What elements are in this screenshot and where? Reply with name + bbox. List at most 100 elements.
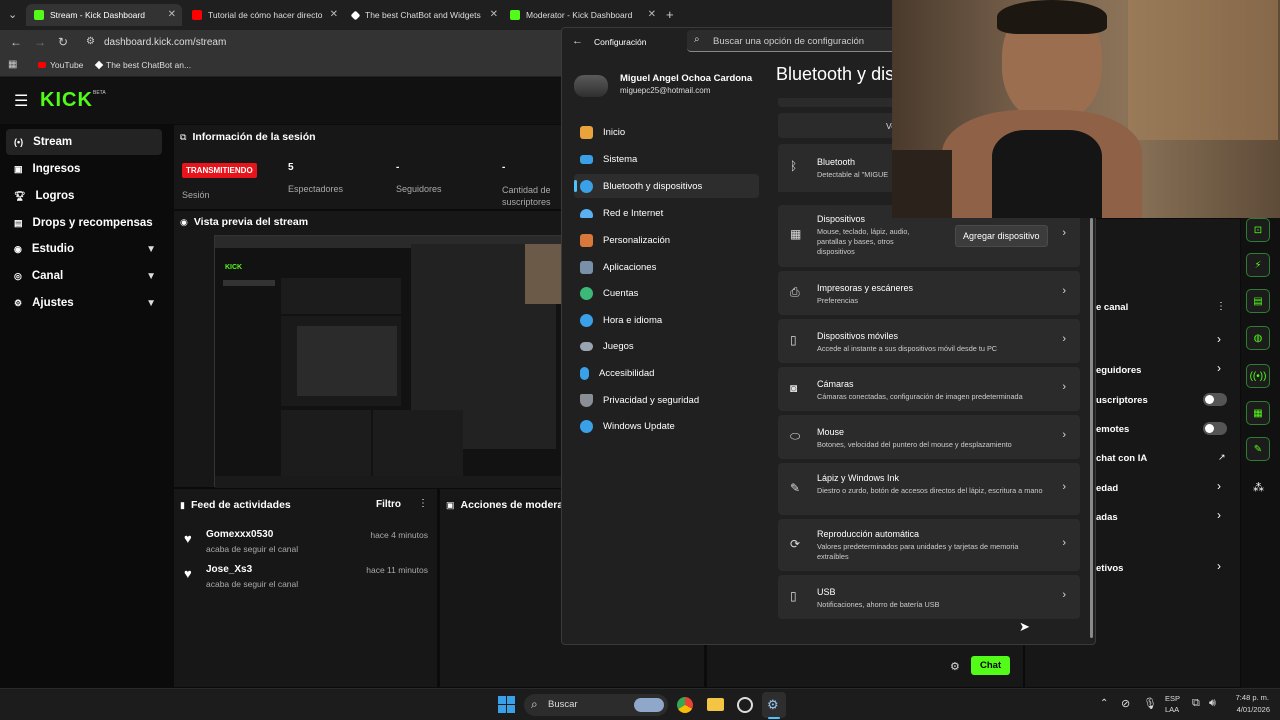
chevron-up-icon[interactable]: ⌃: [1100, 698, 1108, 709]
scrollbar[interactable]: [1090, 218, 1093, 638]
home-icon: [580, 125, 593, 139]
settings-nav-aplicaciones[interactable]: Aplicaciones: [574, 255, 759, 279]
settings-nav-red[interactable]: Red e Internet: [574, 201, 759, 225]
kick-logo[interactable]: KICK: [40, 89, 93, 112]
list-item: ♥ Jose_Xs3 acaba de seguir el canal hace…: [184, 564, 432, 596]
settings-nav-sistema[interactable]: Sistema: [574, 147, 759, 171]
pen-card[interactable]: ✎ Lápiz y Windows Ink Diestro o zurdo, b…: [778, 463, 1080, 515]
info-icon: ⧉: [180, 131, 187, 142]
chrome-icon[interactable]: [677, 697, 693, 713]
close-icon[interactable]: ✕: [648, 9, 656, 20]
display-icon[interactable]: ⧉: [1192, 697, 1200, 710]
volume-icon[interactable]: 🔊︎: [1209, 697, 1216, 710]
usb-card[interactable]: ▯ USB Notificaciones, ahorro de batería …: [778, 575, 1080, 619]
tab-chatbot[interactable]: The best ChatBot and Widgets ✕: [344, 4, 504, 26]
sidebar-item-estudio[interactable]: ◉ Estudio ▼: [6, 236, 162, 262]
clock-time[interactable]: 7:48 p. m.: [1233, 693, 1269, 702]
reload-icon[interactable]: ↻: [58, 35, 68, 49]
rail-scan-icon[interactable]: ⊡: [1246, 218, 1270, 242]
mouse-icon: ⬭: [790, 429, 801, 443]
taskbar-search[interactable]: ⌕ Buscar: [524, 694, 668, 716]
autoplay-card[interactable]: ⟳ Reproducción automática Valores predet…: [778, 519, 1080, 571]
studio-icon: ◉: [14, 243, 22, 254]
rail-bolt-icon[interactable]: ⚡︎: [1246, 253, 1270, 277]
sidebar-item-logros[interactable]: 🏆︎ Logros: [6, 183, 162, 209]
close-icon[interactable]: ✕: [168, 9, 176, 20]
settings-nav-bluetooth[interactable]: Bluetooth y dispositivos: [574, 174, 759, 198]
mouse-card[interactable]: ⬭ Mouse Botones, velocidad del puntero d…: [778, 415, 1080, 459]
tab-tutorial[interactable]: Tutorial de cómo hacer directo ✕: [184, 4, 344, 26]
start-icon[interactable]: [498, 696, 515, 713]
settings-nav-cuentas[interactable]: Cuentas: [574, 281, 759, 305]
menu-icon[interactable]: ☰: [14, 91, 28, 111]
language-bottom[interactable]: LAA: [1165, 705, 1179, 714]
close-icon[interactable]: ✕: [490, 9, 498, 20]
settings-nav-update[interactable]: Windows Update: [574, 414, 759, 438]
more-options-icon[interactable]: ⋮: [418, 498, 428, 509]
apps-grid-icon[interactable]: ▦: [8, 59, 17, 70]
rail-layout-icon[interactable]: ▦: [1246, 401, 1270, 425]
back-icon[interactable]: ←: [572, 35, 583, 47]
settings-nav-inicio[interactable]: Inicio: [574, 120, 759, 144]
sidebar-item-ajustes[interactable]: ⚙ Ajustes ▼: [6, 290, 162, 316]
heart-icon: ♥: [184, 566, 192, 581]
url-field[interactable]: dashboard.kick.com/stream: [104, 37, 226, 48]
sidebar-item-ingresos[interactable]: ▣ Ingresos: [6, 156, 162, 182]
filter-button[interactable]: Filtro: [376, 499, 401, 510]
language-top[interactable]: ESP: [1165, 694, 1180, 703]
tab-search-icon[interactable]: ⌄: [8, 8, 17, 21]
tab-stream[interactable]: Stream - Kick Dashboard ✕: [26, 4, 182, 26]
subscribers-toggle[interactable]: [1203, 393, 1227, 406]
chevron-right-icon[interactable]: ›: [1217, 559, 1221, 573]
settings-nav-juegos[interactable]: Juegos: [574, 334, 759, 358]
printers-card[interactable]: ⎙ Impresoras y escáneres Preferencias ›: [778, 271, 1080, 315]
emotes-toggle[interactable]: [1203, 422, 1227, 435]
rail-nodes-icon[interactable]: ⁂: [1253, 481, 1264, 494]
sidebar-item-drops[interactable]: ▤ Drops y recompensas: [6, 210, 162, 236]
forward-icon[interactable]: →: [34, 35, 46, 49]
settings-nav-privacidad[interactable]: Privacidad y seguridad: [574, 388, 759, 412]
external-link-icon[interactable]: ↗: [1218, 452, 1226, 463]
rail-broadcast-icon[interactable]: ((•)): [1246, 364, 1270, 388]
new-tab-icon[interactable]: +: [666, 7, 674, 22]
file-explorer-icon[interactable]: [707, 698, 724, 711]
rail-chat-icon[interactable]: ◍: [1246, 326, 1270, 350]
apps-icon: [580, 260, 593, 274]
rail-document-icon[interactable]: ▤: [1246, 289, 1270, 313]
tab-moderator[interactable]: Moderator - Kick Dashboard ✕: [502, 4, 662, 26]
setting-subscribers: uscriptores: [1096, 395, 1148, 406]
stream-preview-video[interactable]: KICK: [214, 235, 565, 488]
avatar[interactable]: [574, 75, 608, 97]
account-icon: [580, 286, 593, 300]
sidebar-item-canal[interactable]: ◎ Canal ▼: [6, 263, 162, 289]
microphone-icon[interactable]: 🎙︎: [1143, 697, 1157, 710]
settings-nav-accesibilidad[interactable]: Accesibilidad: [574, 361, 759, 385]
chevron-down-icon: ▼: [146, 270, 156, 282]
chevron-right-icon[interactable]: ›: [1217, 361, 1221, 375]
clock-date[interactable]: 4/01/2026: [1228, 705, 1270, 714]
chevron-right-icon[interactable]: ›: [1217, 479, 1221, 493]
chat-button[interactable]: Chat: [971, 656, 1011, 675]
feed-icon: ▮: [180, 499, 185, 510]
rail-tool-icon[interactable]: ✎: [1246, 437, 1270, 461]
mobile-devices-card[interactable]: ▯ Dispositivos móviles Accede al instant…: [778, 319, 1080, 363]
settings-nav-hora[interactable]: Hora e idioma: [574, 308, 759, 332]
more-options-icon[interactable]: ⋮: [1216, 301, 1226, 312]
close-icon[interactable]: ✕: [330, 9, 338, 20]
network-off-icon[interactable]: ⊘: [1121, 697, 1130, 710]
back-icon[interactable]: ←: [10, 35, 22, 49]
chevron-right-icon: ›: [1062, 537, 1066, 549]
chevron-right-icon[interactable]: ›: [1217, 332, 1221, 346]
sidebar-item-stream[interactable]: (•) Stream: [6, 129, 162, 155]
bookmark-youtube[interactable]: YouTube: [38, 60, 83, 70]
site-info-icon[interactable]: ⚙: [86, 36, 95, 47]
obs-icon[interactable]: [737, 697, 753, 713]
sidebar-item-label: Drops y recompensas: [32, 217, 153, 229]
chevron-right-icon[interactable]: ›: [1217, 508, 1221, 522]
chat-settings-icon[interactable]: ⚙: [950, 660, 960, 673]
cameras-card[interactable]: ◙ Cámaras Cámaras conectadas, configurac…: [778, 367, 1080, 411]
settings-nav-personalizacion[interactable]: Personalización: [574, 228, 759, 252]
bookmark-chatbot[interactable]: The best ChatBot an...: [94, 60, 191, 70]
add-device-button[interactable]: Agregar dispositivo: [955, 225, 1048, 247]
settings-search-input[interactable]: ⌕ Buscar una opción de configuración: [687, 30, 917, 52]
